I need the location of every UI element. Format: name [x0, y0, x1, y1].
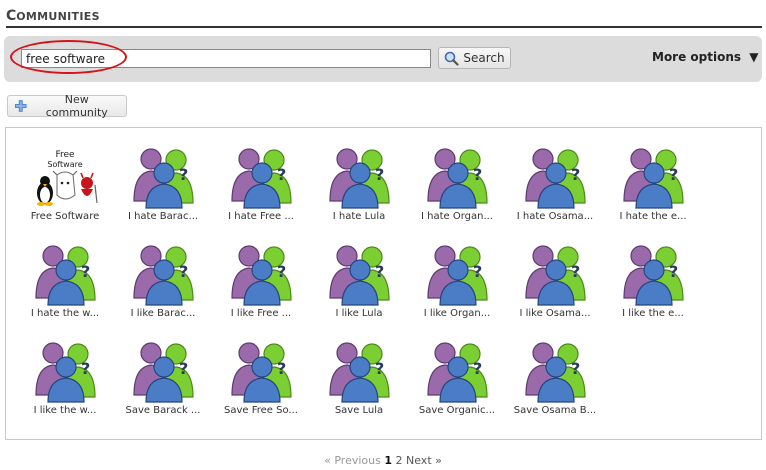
- community-people-icon: [525, 245, 586, 306]
- community-people-icon: [231, 148, 292, 209]
- community-item[interactable]: I hate Lula: [311, 145, 407, 222]
- community-people-icon: [133, 245, 194, 306]
- community-label: I like the w...: [33, 405, 97, 416]
- logo-text-line2: Software: [47, 160, 82, 169]
- community-people-icon: [35, 342, 96, 403]
- communities-grid: Free Software Free Software I hate Barac…: [5, 127, 762, 440]
- community-item[interactable]: I hate Osama...: [507, 145, 603, 222]
- community-item[interactable]: I like Free ...: [213, 242, 309, 319]
- community-label: I hate Lula: [332, 211, 386, 222]
- community-label: I like the e...: [622, 308, 684, 319]
- community-people-icon: [427, 245, 488, 306]
- community-item[interactable]: Free Software Free Software: [17, 145, 113, 222]
- community-label: Save Lula: [334, 405, 384, 416]
- community-label: I hate the w...: [30, 308, 100, 319]
- community-people-icon: [525, 342, 586, 403]
- page-title-cap: C: [6, 8, 17, 24]
- community-label: I hate Osama...: [516, 211, 594, 222]
- search-input[interactable]: [21, 49, 431, 68]
- community-people-icon: [231, 245, 292, 306]
- search-button[interactable]: Search: [438, 47, 511, 69]
- community-item[interactable]: I like Organ...: [409, 242, 505, 319]
- community-item[interactable]: Save Free So...: [213, 339, 309, 416]
- community-people-icon: [329, 148, 390, 209]
- community-people-icon: [427, 342, 488, 403]
- new-community-button[interactable]: New community: [7, 93, 127, 119]
- search-button-label: Search: [463, 51, 505, 65]
- community-people-icon: [35, 245, 96, 306]
- community-item[interactable]: I hate Free ...: [213, 145, 309, 222]
- community-item[interactable]: I like Osama...: [507, 242, 603, 319]
- community-label: Save Barack ...: [125, 405, 201, 416]
- magnifier-icon: [445, 51, 459, 66]
- community-label: Save Free So...: [224, 405, 298, 416]
- search-bar: Search More options ▼: [4, 36, 762, 82]
- community-people-icon: [231, 342, 292, 403]
- community-people-icon: [623, 148, 684, 209]
- page-title: COMMUNITIES: [6, 6, 762, 28]
- community-people-icon: [525, 148, 586, 209]
- free-software-logo-icon: Free Software: [37, 150, 98, 206]
- more-options-label: More options: [652, 50, 742, 64]
- community-label: I like Organ...: [423, 308, 491, 319]
- community-item[interactable]: I like the w...: [17, 339, 113, 416]
- new-community-label: New community: [45, 93, 108, 119]
- community-people-icon: [133, 342, 194, 403]
- community-label: I like Barac...: [130, 308, 196, 319]
- community-item[interactable]: I like the e...: [605, 242, 701, 319]
- logo-text-line1: Free: [55, 150, 75, 160]
- pagination-next[interactable]: Next »: [406, 454, 442, 467]
- community-item[interactable]: I hate the w...: [17, 242, 113, 319]
- community-label: I hate the e...: [619, 211, 687, 222]
- community-item[interactable]: Save Osama B...: [507, 339, 603, 416]
- community-people-icon: [623, 245, 684, 306]
- plus-icon: [14, 100, 27, 112]
- community-label: I like Osama...: [519, 308, 591, 319]
- community-label: Save Organic...: [418, 405, 496, 416]
- community-item[interactable]: Save Lula: [311, 339, 407, 416]
- chevron-down-icon: ▼: [749, 50, 759, 64]
- community-item[interactable]: I hate the e...: [605, 145, 701, 222]
- page-title-rest: OMMUNITIES: [16, 10, 100, 23]
- community-people-icon: [427, 148, 488, 209]
- community-item[interactable]: Save Organic...: [409, 339, 505, 416]
- pagination: « Previous 1 2 Next »: [0, 454, 766, 467]
- pagination-current-page: 1: [384, 454, 392, 467]
- community-people-icon: [133, 148, 194, 209]
- community-label: I hate Free ...: [228, 211, 294, 222]
- community-item[interactable]: I hate Barac...: [115, 145, 211, 222]
- more-options-toggle[interactable]: More options ▼: [652, 50, 758, 64]
- community-label: I hate Barac...: [127, 211, 199, 222]
- community-people-icon: [329, 245, 390, 306]
- community-item[interactable]: I hate Organ...: [409, 145, 505, 222]
- pagination-previous: « Previous: [324, 454, 381, 467]
- community-label: Save Osama B...: [513, 405, 597, 416]
- community-label: I hate Organ...: [420, 211, 493, 222]
- community-item[interactable]: I like Lula: [311, 242, 407, 319]
- community-label: Free Software: [30, 211, 100, 222]
- pagination-page-2[interactable]: 2: [396, 454, 403, 467]
- community-label: I like Free ...: [230, 308, 292, 319]
- community-item[interactable]: Save Barack ...: [115, 339, 211, 416]
- community-item[interactable]: I like Barac...: [115, 242, 211, 319]
- community-label: I like Lula: [335, 308, 383, 319]
- community-people-icon: [329, 342, 390, 403]
